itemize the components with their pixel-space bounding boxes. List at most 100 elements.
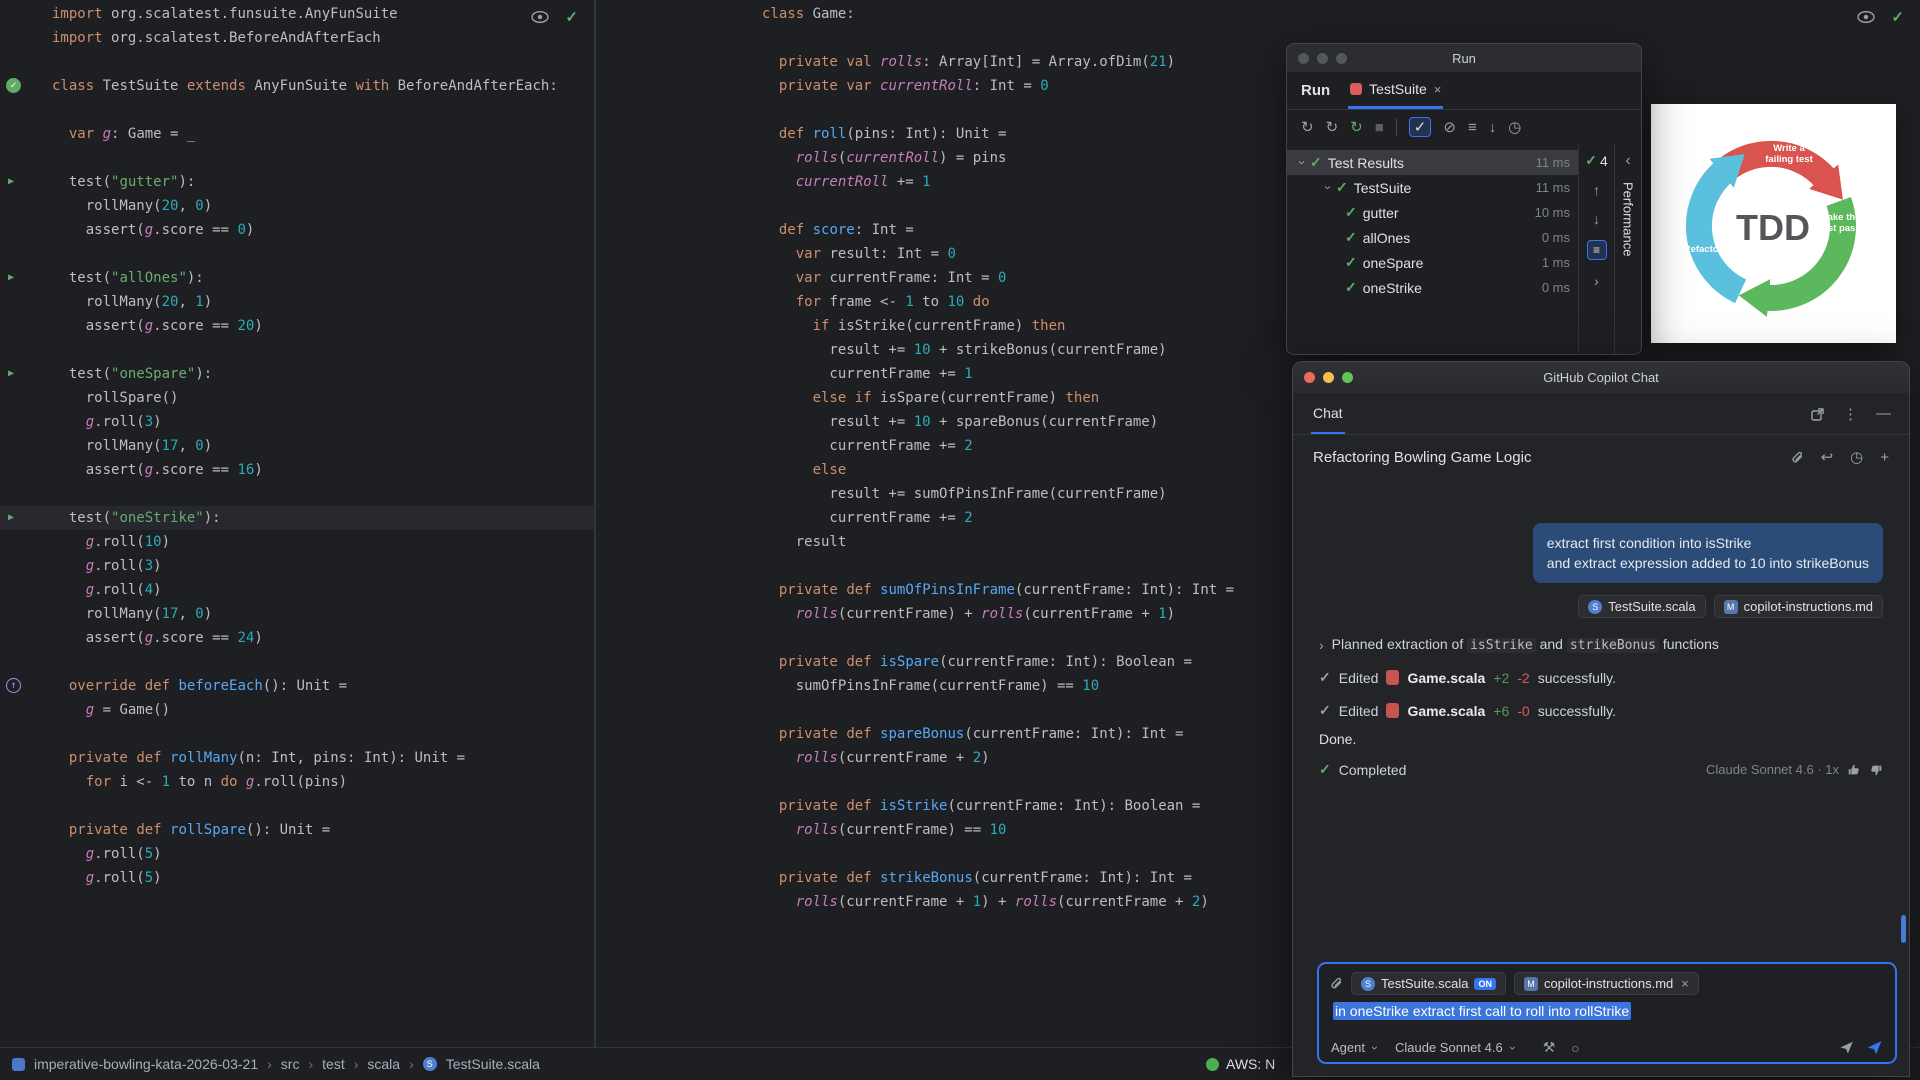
thumbs-up-icon[interactable] bbox=[1847, 763, 1861, 777]
attach-file-icon[interactable] bbox=[1329, 976, 1343, 991]
code-line[interactable]: rollMany(20, 0) bbox=[0, 194, 594, 218]
new-chat-icon[interactable]: + bbox=[1880, 449, 1889, 466]
close-window-icon[interactable] bbox=[1298, 52, 1309, 64]
view-options-icon[interactable]: ≡ bbox=[1586, 240, 1607, 260]
close-tab-icon[interactable]: × bbox=[1434, 82, 1442, 97]
chat-history-icon[interactable]: ◷ bbox=[1850, 448, 1863, 466]
show-passed-filter-icon[interactable]: ✓ bbox=[1408, 117, 1432, 137]
aws-status[interactable]: AWS: N bbox=[1206, 1056, 1275, 1072]
code-line[interactable]: private def rollMany(n: Int, pins: Int):… bbox=[0, 746, 594, 770]
inspections-ok-icon[interactable]: ✓ bbox=[1891, 8, 1904, 26]
run-test-gutter-icon[interactable]: ▶ bbox=[8, 170, 14, 194]
run-test-gutter-icon[interactable]: ▶ bbox=[8, 266, 14, 290]
code-line[interactable]: ✓ class TestSuite extends AnyFunSuite wit… bbox=[0, 74, 594, 98]
code-line[interactable]: assert(g.score == 20) bbox=[0, 314, 594, 338]
code-line[interactable]: var g: Game = _ bbox=[0, 122, 594, 146]
highlighting-eye-icon[interactable] bbox=[531, 11, 550, 23]
code-line[interactable]: rollMany(20, 1) bbox=[0, 290, 594, 314]
tree-row-onestrike[interactable]: ✓ oneStrike 0 ms bbox=[1287, 275, 1578, 300]
code-line[interactable]: g.roll(3) bbox=[0, 410, 594, 434]
input-chip-testsuite[interactable]: S TestSuite.scala ON bbox=[1351, 972, 1506, 995]
tree-row-test-results[interactable]: › ✓ Test Results 11 ms bbox=[1287, 150, 1578, 175]
undo-icon[interactable]: ↩ bbox=[1821, 448, 1834, 466]
code-line[interactable]: assert(g.score == 0) bbox=[0, 218, 594, 242]
minimize-window-icon[interactable] bbox=[1323, 372, 1334, 383]
more-options-icon[interactable]: ⋮ bbox=[1843, 405, 1858, 423]
tree-row-allones[interactable]: ✓ allOnes 0 ms bbox=[1287, 225, 1578, 250]
code-line[interactable]: rollSpare() bbox=[0, 386, 594, 410]
attach-context-icon[interactable] bbox=[1790, 450, 1804, 465]
code-line[interactable] bbox=[596, 26, 1920, 50]
edit-file-name[interactable]: Game.scala bbox=[1407, 703, 1485, 719]
code-line[interactable] bbox=[0, 146, 594, 170]
code-line[interactable] bbox=[0, 722, 594, 746]
toggle-auto-test-icon[interactable]: ↻ bbox=[1350, 118, 1363, 136]
expand-all-icon[interactable]: ↓ bbox=[1489, 119, 1497, 136]
planned-extraction-row[interactable]: › Planned extraction of isStrike and str… bbox=[1319, 636, 1883, 653]
chat-input-box[interactable]: S TestSuite.scala ON M copilot-instructi… bbox=[1317, 962, 1897, 1064]
zoom-window-icon[interactable] bbox=[1342, 372, 1353, 383]
show-ignored-filter-icon[interactable]: ⊘ bbox=[1443, 118, 1456, 136]
send-button[interactable] bbox=[1866, 1039, 1883, 1056]
tools-icon[interactable]: ⚒ bbox=[1543, 1039, 1556, 1056]
tests-passed-gutter-icon[interactable]: ✓ bbox=[6, 78, 21, 93]
code-line[interactable] bbox=[0, 338, 594, 362]
code-line[interactable]: private var currentRoll: Int = 0 bbox=[596, 74, 1920, 98]
loop-icon[interactable]: ○ bbox=[1571, 1040, 1579, 1056]
code-line[interactable]: ▶ test("oneStrike"): bbox=[0, 506, 594, 530]
breadcrumb-src[interactable]: src bbox=[281, 1056, 300, 1072]
breadcrumb-scala[interactable]: scala bbox=[367, 1056, 400, 1072]
run-tool-window[interactable]: Run Run TestSuite × ↻ ↻ ↻ ■ ✓ ⊘ ≡ ↓ ◷ › … bbox=[1286, 43, 1642, 355]
tree-row-onespare[interactable]: ✓ oneSpare 1 ms bbox=[1287, 250, 1578, 275]
code-line[interactable]: private def rollSpare(): Unit = bbox=[0, 818, 594, 842]
testsuite-code[interactable]: import org.scalatest.funsuite.AnyFunSuit… bbox=[0, 0, 594, 890]
code-line[interactable]: import org.scalatest.BeforeAndAfterEach bbox=[0, 26, 594, 50]
chevron-right-icon[interactable]: › bbox=[1319, 637, 1324, 653]
edit-row-1[interactable]: ✓ Edited Game.scala +2 -2 successfully. bbox=[1319, 669, 1883, 686]
hide-panel-icon[interactable]: — bbox=[1876, 405, 1891, 422]
zoom-window-icon[interactable] bbox=[1336, 52, 1347, 64]
code-line[interactable] bbox=[0, 242, 594, 266]
copilot-chat-window[interactable]: GitHub Copilot Chat Chat ⋮ — Refactoring… bbox=[1292, 361, 1910, 1077]
close-window-icon[interactable] bbox=[1304, 372, 1315, 383]
chevron-left-icon[interactable]: ‹ bbox=[1625, 152, 1630, 170]
sort-tests-icon[interactable]: ≡ bbox=[1468, 119, 1477, 136]
code-line[interactable] bbox=[0, 482, 594, 506]
edit-file-name[interactable]: Game.scala bbox=[1407, 670, 1485, 686]
code-line[interactable]: assert(g.score == 16) bbox=[0, 458, 594, 482]
code-line[interactable]: rollMany(17, 0) bbox=[0, 602, 594, 626]
code-line[interactable]: g.roll(10) bbox=[0, 530, 594, 554]
breadcrumb-file[interactable]: TestSuite.scala bbox=[446, 1056, 540, 1072]
copilot-titlebar[interactable]: GitHub Copilot Chat bbox=[1293, 362, 1909, 393]
stop-icon[interactable]: ■ bbox=[1375, 119, 1384, 136]
tab-performance[interactable]: Performance bbox=[1621, 182, 1636, 256]
schedule-send-icon[interactable] bbox=[1839, 1040, 1854, 1055]
code-line[interactable]: g.roll(3) bbox=[0, 554, 594, 578]
code-line[interactable] bbox=[0, 794, 594, 818]
scrollbar-thumb[interactable] bbox=[1901, 915, 1906, 943]
tree-row-gutter[interactable]: ✓ gutter 10 ms bbox=[1287, 200, 1578, 225]
chevron-right-icon[interactable]: › bbox=[1594, 273, 1599, 289]
minimize-window-icon[interactable] bbox=[1317, 52, 1328, 64]
thumbs-down-icon[interactable] bbox=[1869, 763, 1883, 777]
code-line[interactable]: import org.scalatest.funsuite.AnyFunSuit… bbox=[0, 2, 594, 26]
code-line[interactable]: g.roll(4) bbox=[0, 578, 594, 602]
highlighting-eye-icon[interactable] bbox=[1857, 11, 1876, 23]
context-chip-testsuite[interactable]: S TestSuite.scala bbox=[1578, 595, 1706, 618]
code-line[interactable] bbox=[0, 650, 594, 674]
tab-testsuite[interactable]: TestSuite × bbox=[1348, 72, 1444, 109]
open-in-editor-icon[interactable] bbox=[1811, 407, 1825, 421]
code-line[interactable]: g.roll(5) bbox=[0, 866, 594, 890]
breadcrumb-project[interactable]: imperative-bowling-kata-2026-03-21 bbox=[34, 1056, 258, 1072]
override-gutter-icon[interactable]: ↑ bbox=[6, 678, 21, 693]
code-line[interactable]: assert(g.score == 24) bbox=[0, 626, 594, 650]
remove-chip-icon[interactable]: × bbox=[1681, 976, 1689, 991]
run-test-gutter-icon[interactable]: ▶ bbox=[8, 362, 14, 386]
code-line[interactable]: ↑ override def beforeEach(): Unit = bbox=[0, 674, 594, 698]
breadcrumb-test[interactable]: test bbox=[322, 1056, 345, 1072]
code-line[interactable]: private val rolls: Array[Int] = Array.of… bbox=[596, 50, 1920, 74]
model-selector[interactable]: Claude Sonnet 4.6 bbox=[1395, 1040, 1503, 1055]
run-test-gutter-icon[interactable]: ▶ bbox=[8, 506, 14, 530]
code-line[interactable]: rollMany(17, 0) bbox=[0, 434, 594, 458]
code-line[interactable]: class Game: bbox=[596, 2, 1920, 26]
